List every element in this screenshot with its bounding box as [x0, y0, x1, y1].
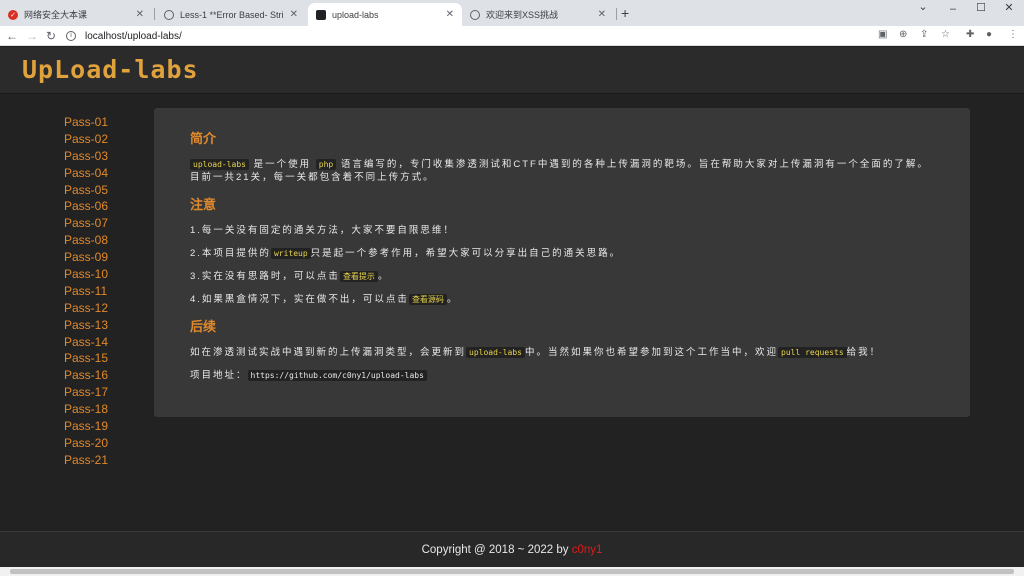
code-php: php [315, 159, 337, 170]
future-text: 如在渗透测试实战中遇到新的上传漏洞类型，会更新到 upload-labs 中。当然如… [190, 346, 934, 359]
shield-icon: ✓ [8, 9, 18, 20]
sidebar-item-pass-14[interactable]: Pass-14 [64, 334, 108, 351]
author-link[interactable]: c0ny1 [572, 544, 603, 556]
sidebar-item-pass-05[interactable]: Pass-05 [64, 182, 108, 199]
site-footer: Copyright @ 2018 ~ 2022 by c0ny1 [0, 531, 1024, 567]
note-text: 。 [377, 271, 390, 282]
note-3: 3.实在没有思路时，可以点击 查看提示。 [190, 270, 934, 283]
project-address: 项目地址： https://github.com/c0ny1/upload-lab… [190, 369, 934, 382]
sidebar-item-pass-08[interactable]: Pass-08 [64, 232, 108, 249]
minimize-button[interactable]: – [938, 2, 968, 16]
info-icon[interactable]: i [66, 31, 76, 41]
view-hint-link[interactable]: 查看提示 [339, 271, 378, 282]
tab-2[interactable]: upload-labs ✕ [308, 3, 462, 26]
note-4: 4.如果黑盒情况下，实在做不出，可以点击 查看源码。 [190, 293, 934, 306]
tab-title: 欢迎来到XSS挑战 [486, 10, 559, 20]
site-header: UpLoad-labs [0, 47, 1024, 94]
tab-bar: ✓ 网络安全大本课 ✕ Less-1 **Error Based- String… [0, 0, 1024, 26]
sidebar-item-pass-16[interactable]: Pass-16 [64, 367, 108, 384]
tab-3[interactable]: 欢迎来到XSS挑战 ✕ [462, 3, 614, 26]
close-icon[interactable]: ✕ [290, 9, 298, 20]
scrollbar-thumb[interactable] [10, 569, 1014, 574]
note-text: 2.本项目提供的 [190, 248, 271, 259]
back-icon[interactable]: ← [6, 28, 18, 44]
sidebar-item-pass-18[interactable]: Pass-18 [64, 401, 108, 418]
note-1: 1.每一关没有固定的通关方法，大家不要自限思维！ [190, 225, 455, 236]
sidebar-item-pass-10[interactable]: Pass-10 [64, 266, 108, 283]
project-url-link[interactable]: https://github.com/c0ny1/upload-labs [247, 370, 427, 381]
intro-panel: 简介 upload-labs 是一个使用 php 语言编写的，专门收集渗透测试和… [154, 108, 970, 417]
sidebar-item-pass-07[interactable]: Pass-07 [64, 215, 108, 232]
menu-icon[interactable]: ⋮ [1008, 29, 1018, 40]
page-icon [316, 9, 326, 20]
tab-0[interactable]: ✓ 网络安全大本课 ✕ [0, 3, 152, 26]
note-text: 只是起一个参考作用，希望大家可以分享出自己的通关思路。 [310, 248, 622, 259]
maximize-button[interactable]: ☐ [966, 1, 996, 15]
reload-icon[interactable]: ↻ [46, 28, 56, 44]
sidebar-item-pass-13[interactable]: Pass-13 [64, 317, 108, 334]
address-bar: ← → ↻ i localhost/upload-labs/ ▣ ⊕ ⇪ ☆ ✚… [0, 26, 1024, 46]
sidebar-item-pass-09[interactable]: Pass-09 [64, 249, 108, 266]
tab-divider [616, 8, 617, 20]
sidebar-item-pass-21[interactable]: Pass-21 [64, 452, 108, 469]
sidebar-item-pass-02[interactable]: Pass-02 [64, 131, 108, 148]
code-writeup: writeup [270, 248, 311, 259]
sidebar-item-pass-15[interactable]: Pass-15 [64, 350, 108, 367]
view-source-link[interactable]: 查看源码 [408, 294, 447, 305]
sidebar-item-pass-19[interactable]: Pass-19 [64, 418, 108, 435]
note-text: 4.如果黑盒情况下，实在做不出，可以点击 [190, 294, 409, 305]
bookmark-star-icon[interactable]: ☆ [941, 29, 950, 40]
translate-icon[interactable]: ▣ [878, 29, 887, 40]
tab-title: upload-labs [332, 9, 379, 20]
new-tab-button[interactable]: + [621, 5, 629, 21]
note-text: 3.实在没有思路时，可以点击 [190, 271, 340, 282]
future-text-part: 中。当然如果你也希望参加到这个工作当中，欢迎 [525, 347, 779, 358]
pass-sidebar: Pass-01 Pass-02 Pass-03 Pass-04 Pass-05 Pass-… [64, 114, 108, 469]
sidebar-item-pass-06[interactable]: Pass-06 [64, 198, 108, 215]
code-pull-requests: pull requests [778, 347, 847, 358]
code-upload-labs: upload-labs [190, 159, 249, 170]
close-window-button[interactable]: ✕ [994, 1, 1024, 15]
sidebar-item-pass-20[interactable]: Pass-20 [64, 435, 108, 452]
copyright-text: Copyright @ 2018 ~ 2022 by [421, 544, 572, 556]
notes-heading: 注意 [190, 197, 217, 212]
future-text-part: 给我！ [846, 347, 882, 358]
tab-title: 网络安全大本课 [24, 10, 88, 20]
close-icon[interactable]: ✕ [446, 9, 454, 20]
sidebar-item-pass-17[interactable]: Pass-17 [64, 384, 108, 401]
code-upload-labs: upload-labs [466, 347, 525, 358]
forward-icon[interactable]: → [26, 28, 38, 44]
sidebar-item-pass-01[interactable]: Pass-01 [64, 114, 108, 131]
future-heading: 后续 [190, 319, 217, 334]
sidebar-item-pass-12[interactable]: Pass-12 [64, 300, 108, 317]
project-address-label: 项目地址： [190, 370, 248, 381]
close-icon[interactable]: ✕ [598, 9, 606, 20]
future-text-part: 如在渗透测试实战中遇到新的上传漏洞类型，会更新到 [190, 347, 467, 358]
close-icon[interactable]: ✕ [136, 9, 144, 20]
url-text: localhost/upload-labs/ [85, 30, 182, 42]
profile-icon[interactable]: ● [986, 29, 992, 40]
intro-heading: 简介 [190, 131, 217, 146]
intro-text: upload-labs 是一个使用 php 语言编写的，专门收集渗透测试和CTF… [190, 158, 934, 184]
horizontal-scrollbar[interactable] [0, 567, 1024, 576]
extensions-icon[interactable]: ✚ [966, 29, 974, 40]
share-icon[interactable]: ⇪ [920, 29, 928, 40]
intro-text-part: 是一个使用 [253, 159, 312, 170]
tab-1[interactable]: Less-1 **Error Based- String** ✕ [156, 3, 306, 26]
note-2: 2.本项目提供的 writeup 只是起一个参考作用，希望大家可以分享出自己的通关思… [190, 247, 934, 260]
note-text: 。 [446, 294, 459, 305]
zoom-icon[interactable]: ⊕ [899, 29, 907, 40]
tab-divider [154, 8, 155, 20]
globe-icon [470, 9, 480, 20]
tab-title: Less-1 **Error Based- String** [180, 9, 284, 20]
sidebar-item-pass-11[interactable]: Pass-11 [64, 283, 108, 300]
tab-search-icon[interactable]: ⌄ [908, 0, 938, 14]
site-logo[interactable]: UpLoad-labs [22, 55, 199, 84]
sidebar-item-pass-03[interactable]: Pass-03 [64, 148, 108, 165]
sidebar-item-pass-04[interactable]: Pass-04 [64, 165, 108, 182]
globe-icon [164, 9, 174, 20]
url-field[interactable]: i localhost/upload-labs/ [66, 28, 906, 44]
